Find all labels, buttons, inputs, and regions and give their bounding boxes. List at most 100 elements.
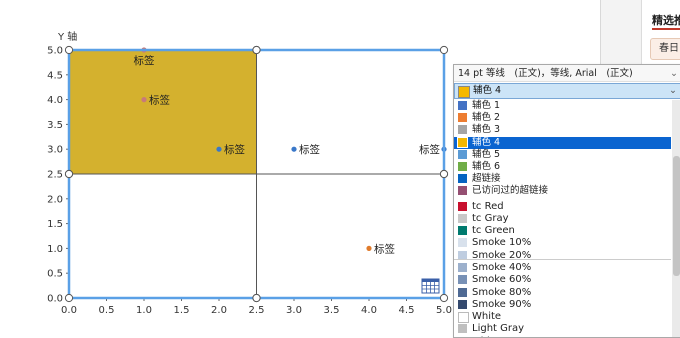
color-swatch <box>458 238 467 248</box>
color-option[interactable]: Smoke 80% <box>454 287 671 299</box>
color-option-label: 辅色 3 <box>472 124 501 136</box>
x-tick-label: 4.5 <box>399 305 415 316</box>
y-tick-label: 4.0 <box>47 95 63 106</box>
color-swatch <box>458 113 467 123</box>
color-option[interactable]: 辅色 4 <box>454 136 671 149</box>
data-point[interactable] <box>366 245 372 251</box>
x-tick-label: 3.5 <box>324 305 340 316</box>
resize-handle[interactable] <box>64 293 74 303</box>
y-tick-label: 5.0 <box>47 46 63 57</box>
y-tick-label: 0.5 <box>47 269 63 280</box>
chevron-down-icon[interactable]: ⌄ <box>670 65 678 82</box>
x-tick-label: 2.5 <box>249 305 265 316</box>
y-tick-label: 1.0 <box>47 244 63 255</box>
color-option-label: White <box>472 311 502 323</box>
x-tick-label: 1.0 <box>136 305 152 316</box>
color-option[interactable]: 辅色 2 <box>454 112 671 124</box>
color-option-label: 辅色 5 <box>472 148 501 160</box>
color-option-label: Smoke 40% <box>472 261 532 273</box>
resize-handle[interactable] <box>252 293 261 303</box>
resize-handle[interactable] <box>64 45 74 55</box>
color-swatch <box>457 136 468 148</box>
color-option-label: 辅色 4 <box>472 136 501 148</box>
color-option-label: Smoke 80% <box>472 286 532 298</box>
color-option[interactable]: Smoke 90% <box>454 299 671 311</box>
color-option-label: Smoke 10% <box>472 237 532 249</box>
color-option[interactable]: tc Green <box>454 225 671 237</box>
point-label: 标签 <box>224 143 245 156</box>
font-info-label: 14 pt 等线 (正文)，等线, Arial (正文) <box>458 68 633 79</box>
panel-title-underline <box>652 28 680 30</box>
color-option-label: tc Gray <box>472 212 509 224</box>
color-swatch <box>458 324 467 334</box>
y-axis-label: Y 轴 <box>57 30 77 43</box>
color-swatch <box>458 312 469 324</box>
color-dropdown[interactable]: 14 pt 等线 (正文)，等线, Arial (正文) ⌄ 辅色 4 ⌄ 辅色… <box>453 64 680 338</box>
x-tick-label: 5.0 <box>436 305 452 316</box>
resize-handle[interactable] <box>439 45 449 55</box>
y-tick-label: 3.0 <box>47 145 63 156</box>
y-tick-label: 3.5 <box>47 120 63 131</box>
color-swatch <box>458 262 467 272</box>
data-point[interactable] <box>291 146 297 152</box>
color-option-label: 辅色 2 <box>472 112 501 124</box>
color-option-label: 辅色 1 <box>472 100 501 111</box>
y-tick-label: 4.5 <box>47 70 63 81</box>
color-option[interactable]: Smoke 40% <box>454 262 671 274</box>
color-option-label: 辅色 6 <box>472 160 501 172</box>
resize-handle[interactable] <box>252 45 261 55</box>
color-option[interactable]: White <box>454 311 671 324</box>
point-label: 标签 <box>419 143 440 156</box>
data-point[interactable] <box>216 146 222 152</box>
color-option[interactable]: 超链接 <box>454 173 671 185</box>
color-option[interactable]: 辅色 5 <box>454 149 671 161</box>
color-option-label: 已访问过的超链接 <box>472 185 549 197</box>
color-swatch <box>458 213 467 223</box>
resize-handle[interactable] <box>64 169 74 179</box>
dropdown-scrollbar[interactable] <box>672 100 680 337</box>
color-swatch <box>458 125 467 135</box>
color-option[interactable]: 辅色 3 <box>454 124 671 136</box>
color-option[interactable]: 辅色 6 <box>454 161 671 173</box>
color-option[interactable]: Light Gray <box>454 323 671 335</box>
color-option[interactable]: Smoke 60% <box>454 274 671 286</box>
x-tick-label: 2.0 <box>211 305 227 316</box>
y-tick-label: 1.5 <box>47 219 63 230</box>
color-option-label: tc Green <box>472 225 515 237</box>
color-swatch <box>458 287 467 297</box>
color-option[interactable]: Smoke 20% <box>454 250 671 262</box>
point-label: 标签 <box>374 242 395 255</box>
color-option[interactable]: 已访问过的超链接 <box>454 185 671 197</box>
scatter-chart: 0.0 0.5 1.0 1.5 2.0 2.5 3.0 3.5 4.0 4.5 5.0 0.0 0.5 1… <box>47 30 452 316</box>
point-label: 标签 <box>299 143 320 156</box>
color-swatch <box>458 299 467 309</box>
color-swatch <box>458 201 467 211</box>
x-tick-label: 0.5 <box>99 305 115 316</box>
font-info-row[interactable]: 14 pt 等线 (正文)，等线, Arial (正文) ⌄ <box>454 65 680 82</box>
selected-color-row[interactable]: 辅色 4 ⌄ <box>454 83 680 99</box>
resize-handle[interactable] <box>439 169 449 179</box>
color-list: 辅色 1 辅色 2 辅色 3 辅色 4 辅色 5 辅色 6 超链接 已访问过的超链接 tc Re… <box>454 100 671 337</box>
panel-chip[interactable]: 春日 <box>650 38 680 60</box>
resize-handle[interactable] <box>439 293 449 303</box>
scrollbar-thumb[interactable] <box>673 156 680 276</box>
color-swatch <box>458 275 467 285</box>
data-table-icon[interactable] <box>421 278 440 294</box>
color-swatch <box>458 174 467 184</box>
x-tick-label: 0.0 <box>61 305 77 316</box>
color-option[interactable]: Smoke 10% <box>454 237 671 249</box>
chevron-down-icon[interactable]: ⌄ <box>669 84 677 98</box>
data-point[interactable] <box>141 97 147 103</box>
x-tick-label: 4.0 <box>361 305 377 316</box>
selected-color-swatch <box>458 86 470 98</box>
color-option[interactable]: 辅色 1 <box>454 100 671 112</box>
color-option-label: Smoke 60% <box>472 274 532 286</box>
y-tick-label: 2.0 <box>47 194 63 205</box>
color-swatch <box>458 186 467 196</box>
color-option[interactable]: tc Red <box>454 201 671 213</box>
y-tick-label: 2.5 <box>47 170 63 181</box>
selected-color-label: 辅色 4 <box>473 85 502 96</box>
color-swatch <box>458 101 467 110</box>
color-option-label: 超链接 <box>472 173 501 185</box>
color-option[interactable]: tc Gray <box>454 213 671 225</box>
